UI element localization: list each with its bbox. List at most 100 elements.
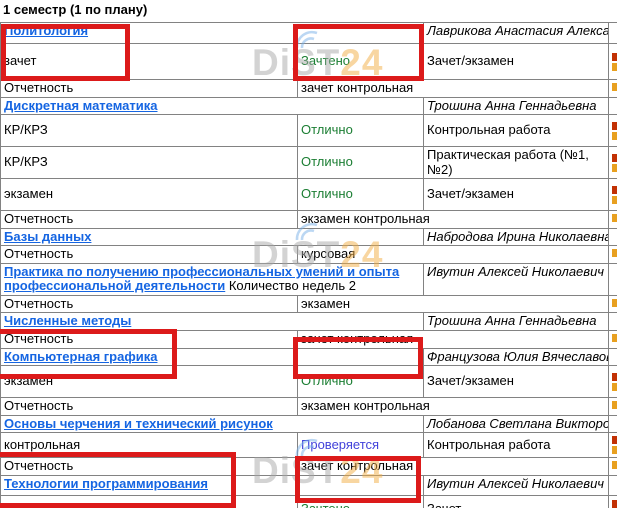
report-label-cell: Отчетность (1, 331, 298, 349)
report-value-cell: экзамен контрольная (298, 398, 609, 416)
grade-row: КР/КРЗОтличноКонтрольная работа (1, 115, 617, 147)
subject-link[interactable]: Технологии программирования (4, 476, 208, 491)
work-type-cell: Зачет/экзамен (424, 44, 609, 80)
subject-row: Численные методы Трошина Анна Геннадьевна (1, 313, 617, 331)
grade-value: Зачтено (301, 501, 350, 508)
grade-row: зачетЗачтено Зачет/экзамен (1, 44, 617, 80)
subject-link[interactable]: Дискретная математика (4, 98, 158, 113)
edge-fragment-cell (609, 228, 617, 246)
control-type-cell: зачет (1, 495, 298, 508)
edge-fragment-cell (609, 147, 617, 179)
report-label-cell: Отчетность (1, 398, 298, 416)
edge-fragment-cell (609, 263, 617, 295)
subject-link[interactable]: Базы данных (4, 229, 91, 244)
subject-row: Базы данных Набродова Ирина Николаевна (1, 228, 617, 246)
subject-cell: Дискретная математика (1, 97, 424, 115)
report-value-cell: экзамен (298, 295, 609, 313)
grade-value: Отлично (301, 154, 353, 169)
work-type-cell: Зачет/экзамен (424, 366, 609, 398)
subject-cell: Базы данных (1, 228, 424, 246)
grade-cell: Проверяется (298, 433, 424, 458)
grade-value: Отлично (301, 122, 353, 137)
teacher-cell: Набродова Ирина Николаевна (424, 228, 609, 246)
edge-fragment-mark (612, 132, 617, 140)
edge-fragment-cell (609, 415, 617, 433)
grade-cell: Зачтено (298, 44, 424, 80)
subject-cell: Компьютерная графика (1, 348, 424, 366)
teacher-cell: Ивутин Алексей Николаевич (424, 263, 609, 295)
report-label-cell: Отчетность (1, 80, 298, 98)
edge-fragment-mark (612, 53, 617, 61)
teacher-cell: Лобанова Светлана Викторо (424, 415, 609, 433)
grade-value: Зачтено (301, 53, 350, 68)
teacher-name: Лобанова Светлана Викторо (427, 416, 609, 431)
work-type-cell: Контрольная работа (424, 115, 609, 147)
edge-fragment-cell (609, 348, 617, 366)
grade-row: экзаменОтличноЗачет/экзамен (1, 179, 617, 211)
subject-link[interactable]: Численные методы (4, 313, 131, 328)
edge-fragment-mark (612, 334, 617, 342)
edge-fragment-cell (609, 313, 617, 331)
edge-fragment-mark (612, 446, 617, 454)
semester-page: 1 семестр (1 по плану) ПолитологияЛаврик… (0, 0, 617, 508)
edge-fragment-mark (612, 383, 617, 391)
subject-suffix: Количество недель 2 (225, 278, 356, 293)
report-value-cell: зачет контрольная (298, 331, 609, 349)
edge-fragment-cell (609, 115, 617, 147)
subject-cell: Основы черчения и технический рисунок (1, 415, 424, 433)
grade-cell: Отлично (298, 147, 424, 179)
teacher-cell: Лаврикова Анастасия Алекса (424, 23, 609, 44)
edge-fragment-cell (609, 331, 617, 349)
teacher-cell: Французова Юлия Вячеславов (424, 348, 609, 366)
report-row: Отчетностьзачет контрольная (1, 331, 617, 349)
edge-fragment-mark (612, 186, 617, 194)
teacher-name: Французова Юлия Вячеславов (427, 349, 609, 364)
edge-fragment-cell (609, 246, 617, 264)
subject-cell: Политология (1, 23, 424, 44)
subject-cell: Технологии программирования (1, 475, 424, 495)
report-label-cell: Отчетность (1, 211, 298, 229)
grade-cell: Отлично (298, 115, 424, 147)
edge-fragment-mark (612, 214, 617, 222)
subject-link[interactable]: Основы черчения и технический рисунок (4, 416, 273, 431)
work-type-cell: Зачет/экзамен (424, 179, 609, 211)
grade-cell: Отлично (298, 366, 424, 398)
subject-row: Практика по получению профессиональных у… (1, 263, 617, 295)
edge-fragment-cell (609, 44, 617, 80)
edge-fragment-mark (612, 154, 617, 162)
edge-fragment-cell (609, 295, 617, 313)
subject-row: Дискретная математикаТрошина Анна Геннад… (1, 97, 617, 115)
edge-fragment-mark (612, 249, 617, 257)
teacher-name: Трошина Анна Геннадьевна (427, 313, 597, 328)
report-value-cell: зачет контрольная (298, 458, 609, 476)
edge-fragment-cell (609, 366, 617, 398)
edge-fragment-mark (612, 401, 617, 409)
work-type-cell: Практическая работа (№1, №2) (424, 147, 609, 179)
report-label-cell: Отчетность (1, 295, 298, 313)
subject-link[interactable]: Политология (4, 23, 88, 38)
edge-fragment-mark (612, 122, 617, 130)
report-row: Отчетностьзачет контрольная (1, 458, 617, 476)
edge-fragment-mark (612, 299, 617, 307)
report-label-cell: Отчетность (1, 458, 298, 476)
edge-fragment-mark (612, 196, 617, 204)
teacher-cell: Трошина Анна Геннадьевна (424, 313, 609, 331)
control-type-cell: экзамен (1, 366, 298, 398)
grade-value: Отлично (301, 186, 353, 201)
work-type-cell: Зачет (424, 495, 609, 508)
grade-row: экзаменОтлично Зачет/экзамен (1, 366, 617, 398)
edge-fragment-cell (609, 211, 617, 229)
subject-link[interactable]: Компьютерная графика (4, 349, 157, 364)
semester-table-body: ПолитологияЛаврикова Анастасия Алексазач… (1, 23, 617, 508)
grade-value: Отлично (301, 373, 353, 388)
control-type-cell: зачет (1, 44, 298, 80)
teacher-cell: Ивутин Алексей Николаевич (424, 475, 609, 495)
edge-fragment-mark (612, 500, 617, 508)
subject-row: Технологии программирования Ивутин Алексе… (1, 475, 617, 495)
control-type-cell: контрольная (1, 433, 298, 458)
report-value-cell: зачет контрольная (298, 80, 609, 98)
subject-row: Компьютерная графика Французова Юлия Вяче… (1, 348, 617, 366)
semester-table: ПолитологияЛаврикова Анастасия Алексазач… (0, 22, 617, 508)
report-value-cell: курсовая (298, 246, 609, 264)
grade-row: зачетЗачтено Зачет (1, 495, 617, 508)
